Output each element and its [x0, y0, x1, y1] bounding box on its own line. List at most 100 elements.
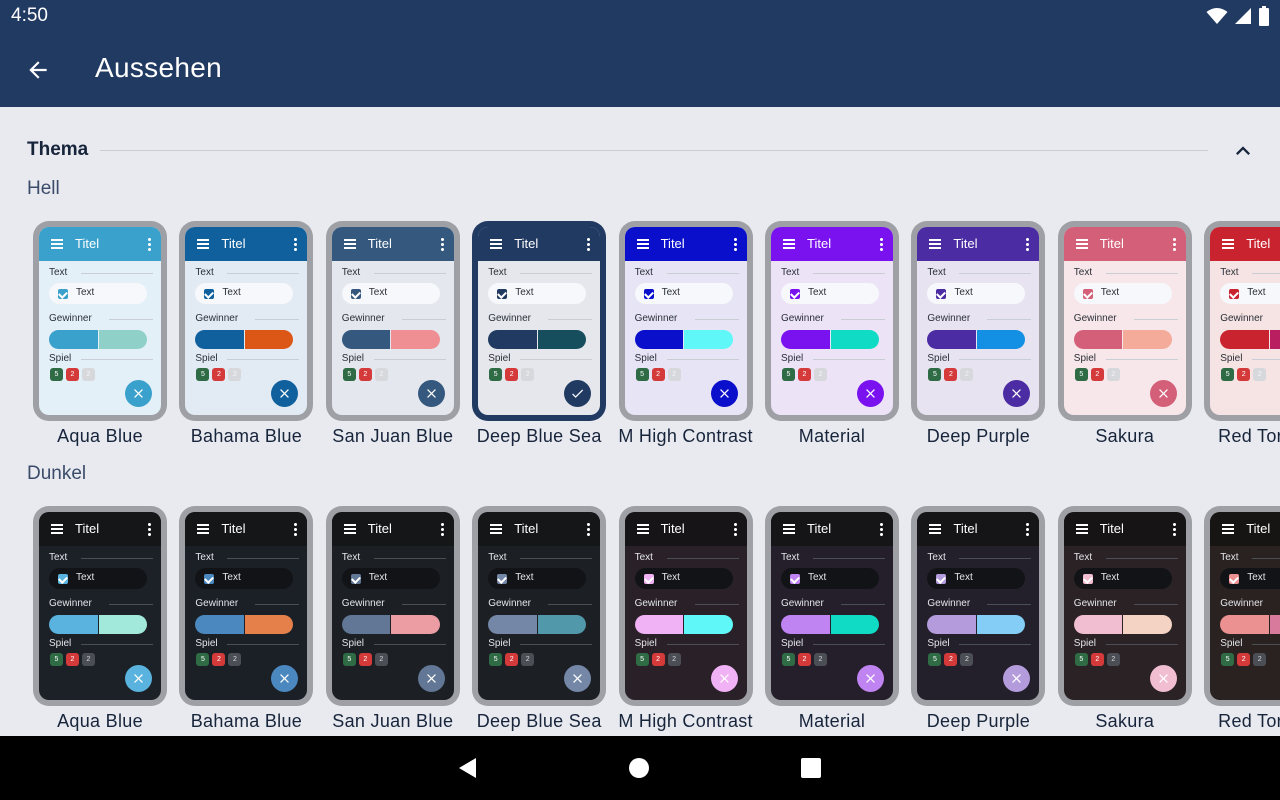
close-icon[interactable]	[271, 380, 299, 407]
back-button[interactable]	[22, 54, 54, 86]
preview-label-winner: Gewinner	[1220, 313, 1263, 324]
preview-label-winner: Gewinner	[49, 313, 92, 324]
winner-segment	[390, 615, 440, 634]
more-vert-icon	[880, 237, 883, 251]
winner-segment	[683, 330, 733, 349]
close-icon[interactable]	[125, 380, 152, 407]
preview-chips: 522	[1074, 653, 1120, 666]
group-label-dark: Dunkel	[27, 463, 87, 484]
preview-screen: Titel Text Text Gewinner Spiel 5 2 2	[1063, 227, 1186, 415]
group-label-light: Hell	[27, 178, 60, 199]
preview-checkbox-row: Text	[927, 283, 1026, 304]
score-chip: 2	[1237, 368, 1251, 381]
close-icon[interactable]	[271, 665, 299, 692]
preview-checkbox-label: Text	[76, 572, 95, 583]
theme-preview[interactable]: Titel Text Text Gewinner Spiel 5 2 2	[472, 506, 607, 706]
theme-preview[interactable]: Titel Text Text Gewinner Spiel 5 2 2	[325, 506, 460, 706]
preview-label-game: Spiel	[781, 638, 804, 649]
close-icon[interactable]	[1003, 380, 1031, 407]
theme-preview[interactable]: Titel Text Text Gewinner Spiel 5 2 2	[325, 221, 460, 421]
divider	[227, 273, 300, 274]
preview-checkbox-row: Text	[195, 283, 294, 304]
score-chip: 2	[521, 368, 535, 381]
close-icon[interactable]	[710, 665, 738, 692]
preview-chips: 522	[782, 653, 827, 666]
nav-back-icon[interactable]	[456, 756, 480, 780]
close-icon[interactable]	[1003, 665, 1031, 692]
theme-preview[interactable]: Titel Text Text Gewinner Spiel 5 2 2	[472, 221, 607, 421]
preview-screen: Titel Text Text Gewinner Spiel 5 2 2	[771, 512, 893, 700]
preview-label-text: Text	[634, 552, 653, 563]
nav-recents-icon[interactable]	[799, 756, 823, 780]
more-vert-icon	[294, 237, 298, 251]
theme-preview[interactable]: Titel Text Text Gewinner Spiel 5 2 2	[179, 221, 314, 421]
divider	[1105, 558, 1178, 559]
close-icon[interactable]	[564, 665, 592, 692]
more-vert-icon	[1026, 237, 1030, 251]
section-header-theme[interactable]: Thema	[27, 139, 1257, 163]
arrow-back-icon	[29, 61, 47, 79]
divider	[520, 644, 593, 645]
theme-preview[interactable]: Titel Text Text Gewinner Spiel 5 2 2	[1057, 506, 1192, 706]
preview-label-game: Spiel	[1220, 638, 1243, 649]
preview-checkbox-label: Text	[808, 572, 827, 583]
close-icon[interactable]	[125, 665, 152, 692]
winner-segment	[390, 330, 440, 349]
preview-label-winner: Gewinner	[1073, 313, 1117, 324]
preview-toolbar: Titel	[331, 512, 454, 546]
preview-screen: Titel Text Text Gewinner Spiel 5 2 2	[624, 227, 747, 415]
preview-title: Titel	[660, 521, 685, 536]
close-icon[interactable]	[857, 665, 884, 692]
theme-preview[interactable]: Titel Text Text Gewinner Spiel 5 2 2	[618, 221, 753, 421]
preview-checkbox-row: Text	[634, 283, 733, 304]
score-chip: 2	[651, 368, 665, 381]
preview-label-text: Text	[488, 552, 507, 563]
theme-preview[interactable]: Titel Text Text Gewinner Spiel 5 2 2	[1204, 221, 1280, 421]
theme-preview[interactable]: Titel Text Text Gewinner Spiel 5 2 2	[911, 506, 1046, 706]
theme-preview[interactable]: Titel Text Text Gewinner Spiel 5 2 2	[765, 506, 899, 706]
preview-checkbox-row: Text	[781, 568, 879, 589]
preview-checkbox-row: Text	[781, 283, 879, 304]
chevron-up-icon[interactable]	[1229, 137, 1257, 165]
menu-icon	[783, 524, 795, 534]
checkbox-checked-icon	[58, 574, 68, 584]
preview-checkbox-row: Text	[634, 568, 733, 589]
theme-preview[interactable]: Titel Text Text Gewinner Spiel 5 2 2	[179, 506, 314, 706]
preview-screen: Titel Text Text Gewinner Spiel 5 2 2	[917, 227, 1040, 415]
preview-checkbox-row: Text	[49, 283, 147, 304]
theme-preview[interactable]: Titel Text Text Gewinner Spiel 5 2 2	[33, 506, 167, 706]
preview-title: Titel	[75, 521, 100, 536]
close-icon[interactable]	[710, 380, 738, 407]
preview-label-game: Spiel	[49, 638, 72, 649]
winner-segment	[341, 330, 391, 349]
nav-home-icon[interactable]	[627, 756, 651, 780]
preview-title: Titel	[367, 521, 392, 536]
theme-preview[interactable]: Titel Text Text Gewinner Spiel 5 2 2	[1204, 506, 1280, 706]
theme-preview[interactable]: Titel Text Text Gewinner Spiel 5 2 2	[765, 221, 899, 421]
check-icon[interactable]	[564, 380, 592, 407]
close-icon[interactable]	[1149, 380, 1177, 407]
divider	[81, 644, 153, 645]
winner-segment	[829, 615, 879, 634]
close-icon[interactable]	[857, 380, 884, 407]
preview-toolbar: Titel	[917, 512, 1040, 546]
preview-label-text: Text	[781, 552, 800, 563]
theme-preview[interactable]: Titel Text Text Gewinner Spiel 5 2 2	[911, 221, 1046, 421]
close-icon[interactable]	[417, 665, 445, 692]
more-vert-icon	[733, 522, 737, 536]
theme-preview[interactable]: Titel Text Text Gewinner Spiel 5 2 2	[1057, 221, 1192, 421]
score-chip: 2	[944, 368, 958, 381]
preview-screen: Titel Text Text Gewinner Spiel 5 2 2	[478, 512, 601, 700]
theme-preview[interactable]: Titel Text Text Gewinner Spiel 5 2 2	[618, 506, 753, 706]
theme-preview[interactable]: Titel Text Text Gewinner Spiel 5 2 2	[33, 221, 167, 421]
score-chip: 2	[212, 368, 226, 381]
close-icon[interactable]	[417, 380, 445, 407]
preview-chips: 522	[928, 653, 974, 666]
app-bar: Aussehen	[0, 32, 1280, 107]
divider	[813, 273, 885, 274]
score-chip: 5	[635, 653, 649, 666]
score-chip: 2	[814, 368, 827, 381]
divider	[81, 359, 153, 360]
close-icon[interactable]	[1149, 665, 1177, 692]
preview-label-game: Spiel	[195, 353, 218, 364]
